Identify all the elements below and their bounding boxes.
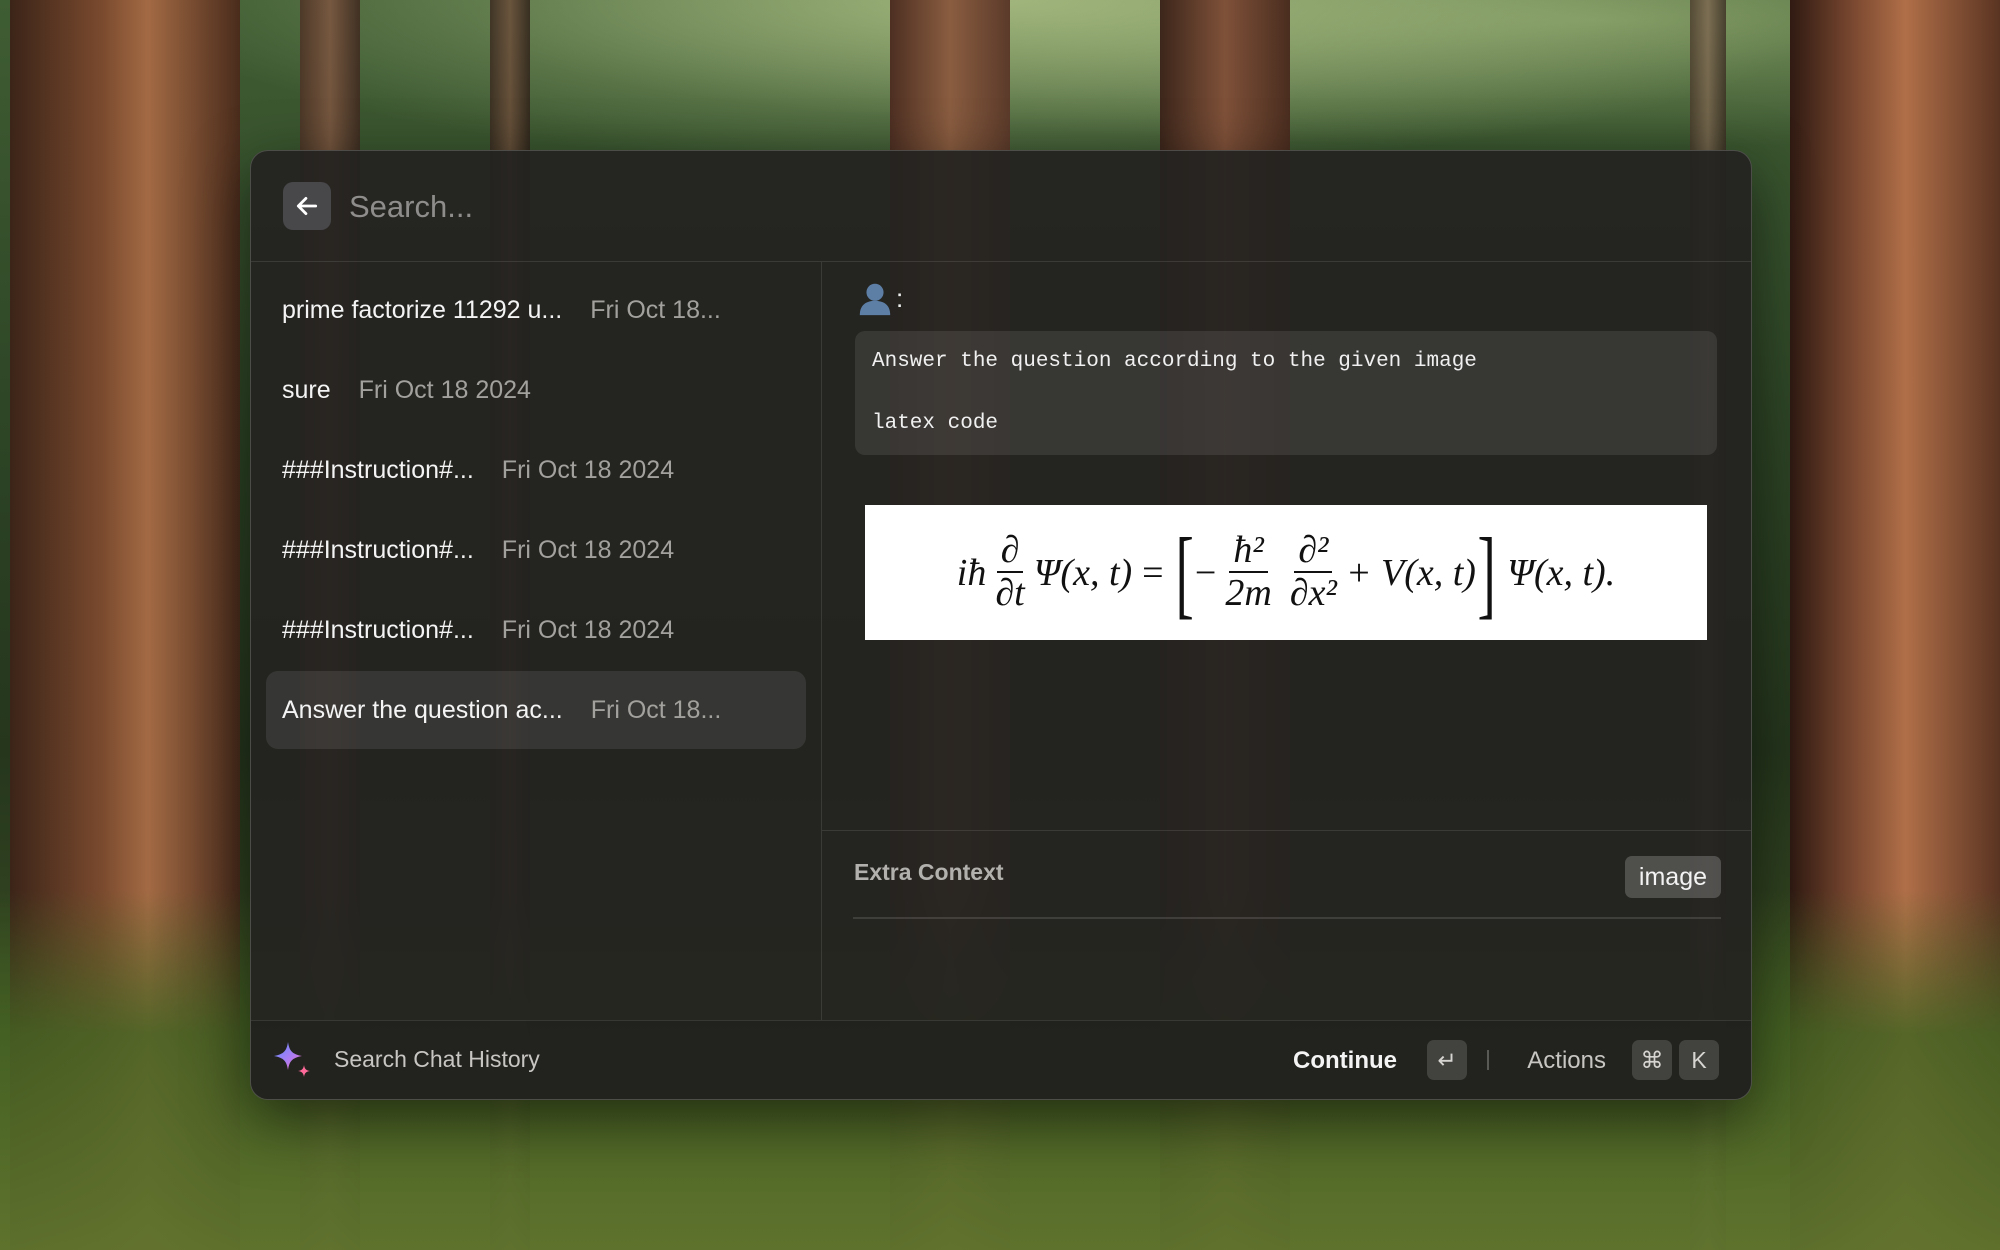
eq-fraction: ∂ ∂t — [991, 530, 1028, 615]
eq-fraction: ∂² ∂x² — [1286, 530, 1341, 615]
right-bracket-icon: ] — [1477, 516, 1496, 628]
history-item-date: Fri Oct 18 2024 — [501, 535, 675, 564]
schrodinger-equation: iħ ∂ ∂t Ψ(x, t) = [ − ħ² 2m ∂² ∂x² + V(x… — [956, 516, 1616, 628]
user-message-header: : — [856, 278, 903, 318]
user-message: Answer the question according to the giv… — [855, 331, 1717, 455]
footer-bar: Search Chat History Continue ↵ Actions ⌘… — [251, 1020, 1751, 1099]
eq-equals: = — [1142, 551, 1164, 594]
list-item[interactable]: ###Instruction#... Fri Oct 18 2024 — [266, 591, 806, 669]
eq-coefficient: iħ — [956, 551, 987, 594]
search-bar — [251, 151, 1751, 262]
command-key-hint: ⌘ — [1632, 1040, 1672, 1080]
context-divider — [853, 917, 1721, 919]
list-item[interactable]: ###Instruction#... Fri Oct 18 2024 — [266, 511, 806, 589]
search-input[interactable] — [347, 177, 1651, 237]
list-item-selected[interactable]: Answer the question ac... Fri Oct 18... — [266, 671, 806, 749]
eq-fraction-numerator: ħ² — [1229, 530, 1268, 573]
eq-minus: − — [1194, 551, 1217, 594]
eq-fraction: ħ² 2m — [1221, 530, 1275, 615]
arrow-left-icon — [296, 197, 318, 215]
history-item-title: ###Instruction#... — [282, 535, 474, 564]
history-item-date: Fri Oct 18... — [590, 295, 721, 324]
history-item-date: Fri Oct 18 2024 — [501, 615, 675, 644]
attachment-tag[interactable]: image — [1624, 856, 1721, 898]
section-divider — [822, 830, 1751, 831]
message-text: latex code — [872, 412, 999, 435]
history-item-title: prime factorize 11292 u... — [282, 295, 563, 324]
back-button[interactable] — [283, 182, 331, 230]
message-text: Answer the question according to the giv… — [872, 350, 1477, 373]
left-bracket-icon: [ — [1175, 516, 1194, 628]
history-item-title: Answer the question ac... — [282, 695, 563, 724]
eq-fraction-denominator: ∂x² — [1289, 571, 1337, 614]
sparkle-icon — [274, 1042, 310, 1077]
eq-wavefunction: Ψ(x, t). — [1507, 551, 1616, 594]
k-key-hint: K — [1679, 1040, 1719, 1080]
eq-wavefunction: Ψ(x, t) — [1033, 551, 1133, 594]
eq-fraction-numerator: ∂ — [996, 530, 1024, 573]
history-item-date: Fri Oct 18... — [590, 695, 722, 724]
chat-history-window: prime factorize 11292 u... Fri Oct 18...… — [250, 150, 1752, 1100]
history-item-title: ###Instruction#... — [282, 455, 474, 484]
history-item-title: ###Instruction#... — [282, 615, 474, 644]
footer-separator — [1487, 1050, 1489, 1070]
footer-title: Search Chat History — [334, 1046, 540, 1072]
eq-fraction-denominator: ∂t — [995, 571, 1025, 614]
eq-fraction-numerator: ∂² — [1294, 530, 1333, 573]
list-item[interactable]: ###Instruction#... Fri Oct 18 2024 — [266, 431, 806, 509]
continue-button[interactable]: Continue — [1293, 1047, 1397, 1075]
list-item[interactable]: prime factorize 11292 u... Fri Oct 18... — [266, 271, 806, 349]
eq-fraction-denominator: 2m — [1225, 571, 1272, 614]
equation-image: iħ ∂ ∂t Ψ(x, t) = [ − ħ² 2m ∂² ∂x² + V(x… — [865, 505, 1707, 640]
history-item-date: Fri Oct 18 2024 — [501, 455, 675, 484]
list-item[interactable]: sure Fri Oct 18 2024 — [266, 351, 806, 429]
return-key-hint: ↵ — [1427, 1040, 1467, 1080]
history-item-date: Fri Oct 18 2024 — [358, 375, 531, 404]
extra-context-label: Extra Context — [854, 859, 1004, 885]
eq-potential: + V(x, t) — [1345, 551, 1476, 594]
history-item-title: sure — [282, 375, 331, 404]
user-silhouette-icon — [859, 283, 891, 316]
user-label-colon: : — [896, 282, 904, 313]
history-list: prime factorize 11292 u... Fri Oct 18...… — [251, 262, 822, 1020]
actions-button[interactable]: Actions — [1527, 1047, 1606, 1075]
chat-detail-pane: : Answer the question according to the g… — [822, 262, 1751, 1020]
